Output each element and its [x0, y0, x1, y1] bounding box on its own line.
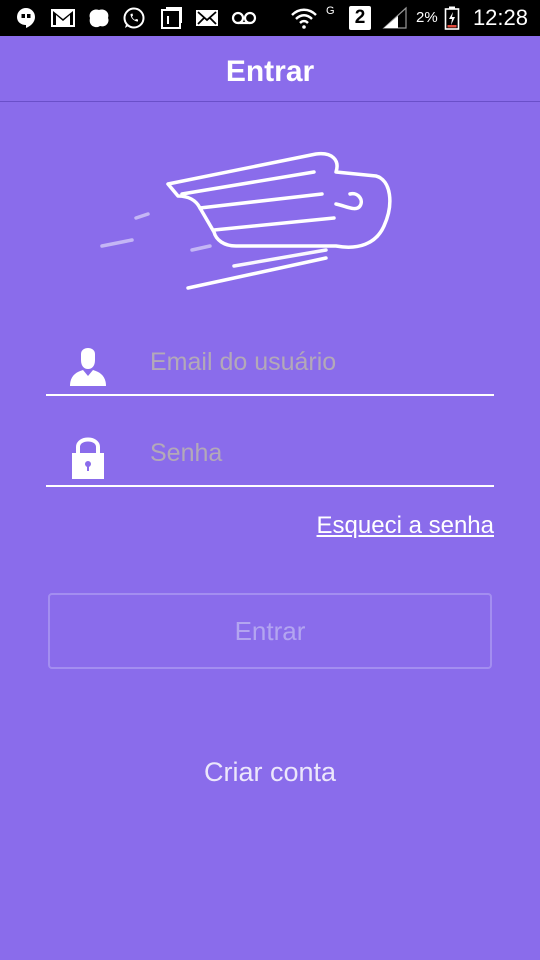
email-input[interactable]: [150, 344, 480, 380]
email-field: [46, 334, 494, 396]
lock-icon: [72, 437, 104, 479]
hangouts-icon: [17, 8, 35, 28]
email-icon: [196, 10, 218, 26]
password-field: [46, 425, 494, 487]
voicemail-icon: [231, 11, 257, 25]
app-bar: Entrar: [0, 36, 540, 102]
wifi-icon: [291, 8, 317, 29]
status-time: 12:28: [472, 5, 528, 30]
battery-percent: 2%: [416, 9, 438, 26]
network-type-label: G: [326, 5, 335, 17]
status-bar: G 2 2% 12:28: [0, 0, 540, 36]
winged-logo-icon: [100, 151, 392, 290]
user-icon: [70, 348, 106, 386]
password-input[interactable]: [150, 435, 480, 471]
page-title: Entrar: [225, 55, 315, 88]
create-account-link[interactable]: Criar conta: [0, 755, 540, 789]
screenshot-icon: [161, 7, 182, 29]
sim-badge: 2: [349, 6, 371, 30]
snap-icon: [89, 9, 109, 28]
whatsapp-icon: [123, 7, 145, 29]
gmail-icon: [51, 9, 75, 27]
login-button[interactable]: Entrar: [48, 593, 492, 669]
forgot-password-link[interactable]: Esqueci a senha: [317, 511, 494, 541]
battery-icon: [444, 6, 460, 30]
signal-icon: [382, 6, 407, 29]
